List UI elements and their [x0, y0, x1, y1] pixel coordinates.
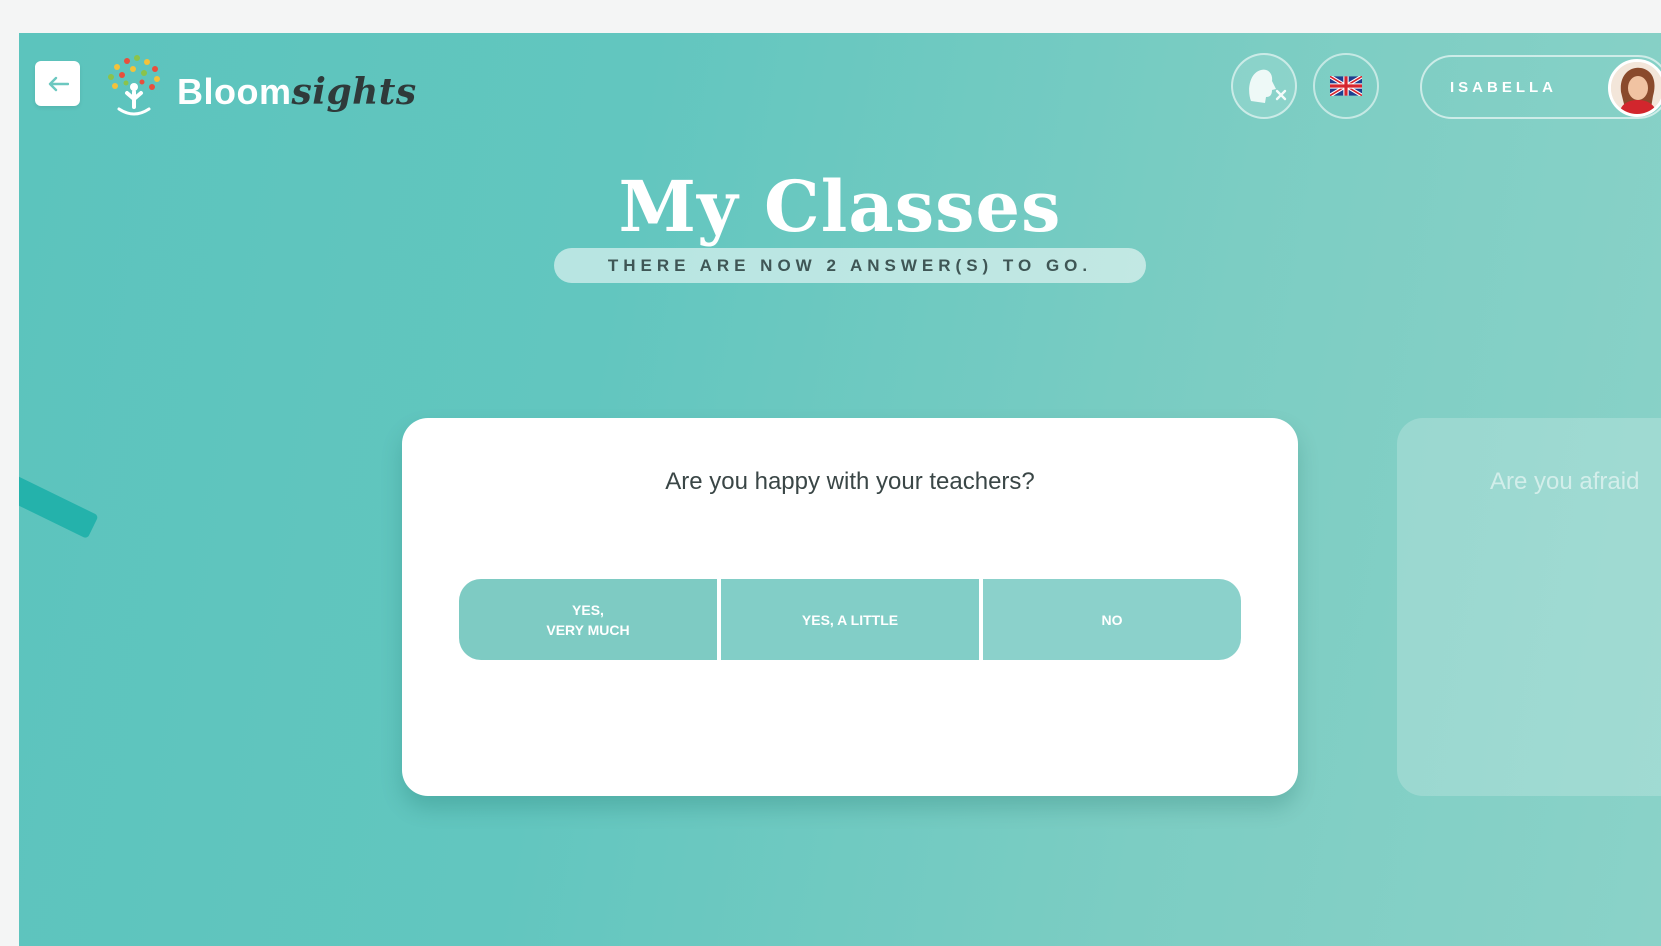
user-avatar — [1608, 59, 1661, 117]
remaining-answers-banner: THERE ARE NOW 2 ANSWER(S) TO GO. — [554, 248, 1146, 283]
answer-options: YES, VERY MUCH YES, A LITTLE NO — [459, 579, 1241, 660]
answer-yes-a-little-button[interactable]: YES, A LITTLE — [717, 579, 979, 660]
user-profile-button[interactable]: ISABELLA — [1420, 55, 1661, 119]
logo-part-2: sights — [291, 71, 417, 113]
decorative-bar — [19, 463, 99, 539]
logo-wordmark: Bloomsights — [177, 71, 417, 113]
uk-flag-icon — [1330, 76, 1362, 96]
logo-part-1: Bloom — [177, 71, 292, 112]
question-text: Are you happy with your teachers? — [665, 468, 1035, 495]
next-question-text: Are you afraid — [1490, 468, 1640, 495]
voice-toggle-button[interactable] — [1231, 53, 1297, 119]
answer-no-button[interactable]: NO — [979, 579, 1241, 660]
next-question-card[interactable]: Are you afraid — [1397, 418, 1661, 796]
answer-label-line-1: YES, — [572, 601, 604, 618]
bloomsights-logo: Bloomsights — [97, 49, 417, 123]
question-card: Are you happy with your teachers? YES, V… — [402, 418, 1298, 796]
answer-label-line-2: VERY MUCH — [546, 621, 630, 638]
back-button[interactable] — [35, 61, 80, 106]
page-title: My Classes — [618, 165, 1062, 248]
user-name: ISABELLA — [1450, 78, 1557, 96]
avatar-icon — [1611, 62, 1661, 114]
answer-label: YES, A LITTLE — [801, 611, 899, 628]
tree-logo-icon — [108, 55, 160, 116]
answer-label: NO — [1101, 611, 1123, 628]
language-button[interactable] — [1313, 53, 1379, 119]
voice-off-icon — [1249, 69, 1287, 103]
arrow-left-icon — [48, 76, 69, 91]
answer-yes-very-much-button[interactable]: YES, VERY MUCH — [459, 579, 717, 660]
app-screen: Bloomsights ISABELLA My Classes THERE AR… — [19, 33, 1661, 946]
